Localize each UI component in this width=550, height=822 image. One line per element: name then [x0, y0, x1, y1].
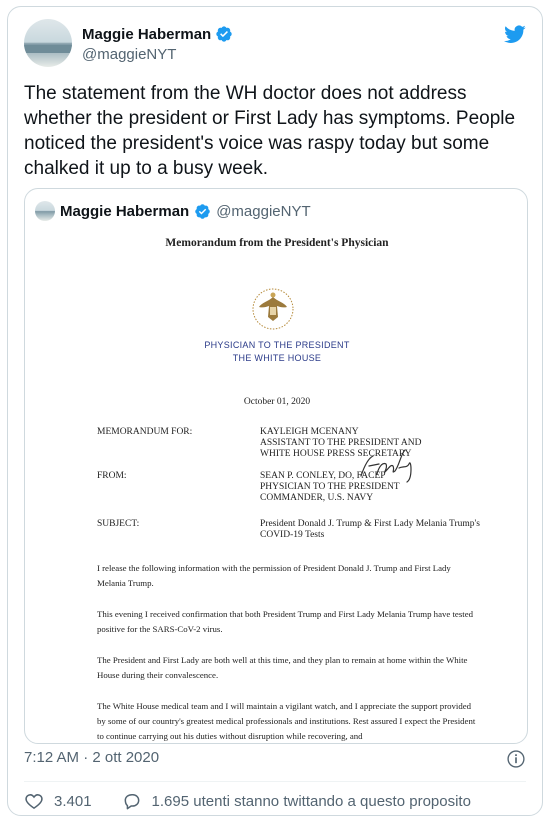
- field-label-from: FROM:: [97, 471, 127, 481]
- info-icon[interactable]: [506, 749, 526, 769]
- field-value-subject: President Donald J. Trump & First Lady M…: [260, 519, 480, 541]
- author-block[interactable]: Maggie Haberman @maggieNYT: [82, 25, 233, 63]
- signature-icon: [360, 449, 412, 483]
- memo-paragraph: The White House medical team and I will …: [97, 701, 476, 741]
- quoted-author-name: Maggie Haberman: [60, 202, 190, 220]
- memo-line: KAYLEIGH MCENANY: [260, 427, 359, 437]
- memo-line: President Donald J. Trump & First Lady M…: [260, 519, 480, 529]
- office-line-1: PHYSICIAN TO THE PRESIDENT: [204, 340, 350, 350]
- author-name[interactable]: Maggie Haberman: [82, 26, 211, 43]
- field-label-subject: SUBJECT:: [97, 519, 140, 529]
- memo-office: PHYSICIAN TO THE PRESIDENT THE WHITE HOU…: [25, 339, 527, 365]
- memo-date: October 01, 2020: [243, 397, 311, 407]
- heart-icon: [25, 794, 43, 809]
- conversation-button[interactable]: 1.695 utenti stanno twittando a questo p…: [122, 791, 471, 811]
- presidential-seal-icon: [252, 288, 294, 330]
- tweet-card: Maggie Haberman @maggieNYT The statement…: [7, 6, 543, 816]
- memo-title: Memorandum from the President's Physicia…: [165, 237, 389, 249]
- like-count: 3.401: [54, 792, 92, 810]
- quoted-author-handle: @maggieNYT: [216, 202, 311, 220]
- avatar[interactable]: [24, 19, 72, 67]
- verified-badge-icon: [215, 25, 233, 43]
- memo-image[interactable]: Memorandum from the President's Physicia…: [25, 229, 527, 743]
- tweet-text: The statement from the WH doctor does no…: [24, 83, 516, 179]
- quoted-avatar: [35, 201, 55, 221]
- memo-line: COVID-19 Tests: [260, 530, 325, 540]
- action-bar: 3.401 1.695 utenti stanno twittando a qu…: [24, 791, 471, 811]
- reply-bubble-icon: [124, 794, 139, 810]
- twitter-bird-icon[interactable]: [504, 23, 526, 45]
- tweet-timestamp[interactable]: 7:12 AM · 2 ott 2020: [24, 749, 159, 766]
- quoted-author[interactable]: Maggie Haberman @maggieNYT: [35, 201, 311, 221]
- conversation-text: 1.695 utenti stanno twittando a questo p…: [151, 792, 471, 810]
- divider: [24, 781, 526, 782]
- memo-paragraph: This evening I received confirmation tha…: [97, 609, 474, 634]
- author-handle[interactable]: @maggieNYT: [82, 46, 233, 63]
- office-line-2: THE WHITE HOUSE: [232, 353, 322, 363]
- quoted-tweet[interactable]: Maggie Haberman @maggieNYT Memorandum fr…: [24, 188, 528, 744]
- memo-paragraph: The President and First Lady are both we…: [97, 655, 468, 680]
- like-button[interactable]: 3.401: [24, 791, 92, 811]
- verified-badge-icon: [194, 203, 211, 220]
- field-label-memorandum: MEMORANDUM FOR:: [97, 427, 193, 437]
- memo-line: COMMANDER, U.S. NAVY: [260, 493, 374, 503]
- memo-paragraph: I release the following information with…: [97, 563, 451, 588]
